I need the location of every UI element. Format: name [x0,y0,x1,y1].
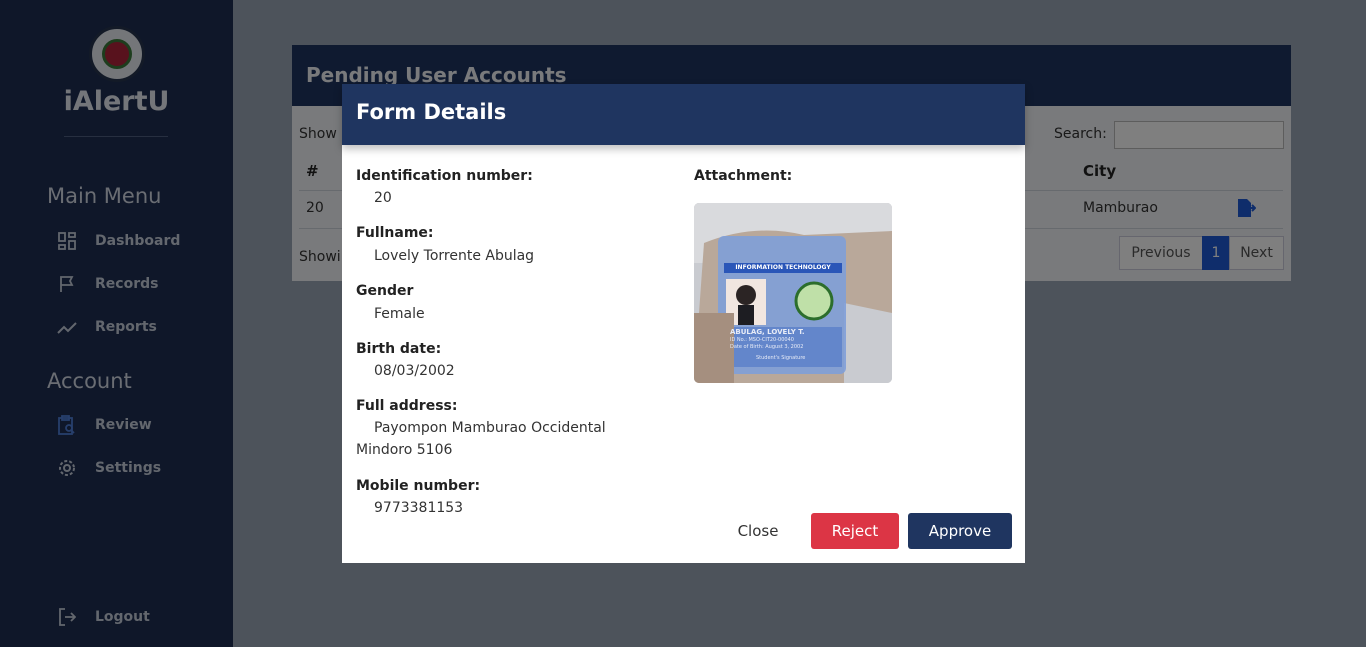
modal-header: Form Details [342,84,1025,145]
fullname-label: Fullname: [356,225,434,241]
attachment-image[interactable]: INFORMATION TECHNOLOGY ABULAG, LOVELY T.… [694,203,892,383]
birth-date-value: 08/03/2002 [374,363,455,379]
id-card-header: INFORMATION TECHNOLOGY [735,264,831,271]
mobile-number-label: Mobile number: [356,478,481,494]
fullname-value: Lovely Torrente Abulag [374,248,535,264]
birth-date-label: Birth date: [356,341,442,357]
full-address-value: Payompon Mamburao Occidental Mindoro 510… [356,420,606,458]
id-number-value: 20 [374,190,392,206]
gender-value: Female [374,306,425,322]
attachment-label: Attachment: [694,168,793,184]
reject-button[interactable]: Reject [811,513,899,549]
id-card-signature: Student's Signature [756,355,806,361]
modal-title: Form Details [356,100,507,124]
id-card-birth-date: Date of Birth: August 3, 2002 [730,344,804,350]
id-card-name: ABULAG, LOVELY T. [730,328,805,336]
form-details-modal: Form Details Identification number: 20 F… [342,84,1025,563]
close-button[interactable]: Close [725,513,791,549]
approve-button[interactable]: Approve [908,513,1012,549]
mobile-number-value: 9773381153 [374,500,464,516]
id-card-number: ID No.: MSO-CIT20-00040 [730,337,794,343]
gender-label: Gender [356,283,414,299]
id-number-label: Identification number: [356,168,533,184]
full-address-label: Full address: [356,398,458,414]
